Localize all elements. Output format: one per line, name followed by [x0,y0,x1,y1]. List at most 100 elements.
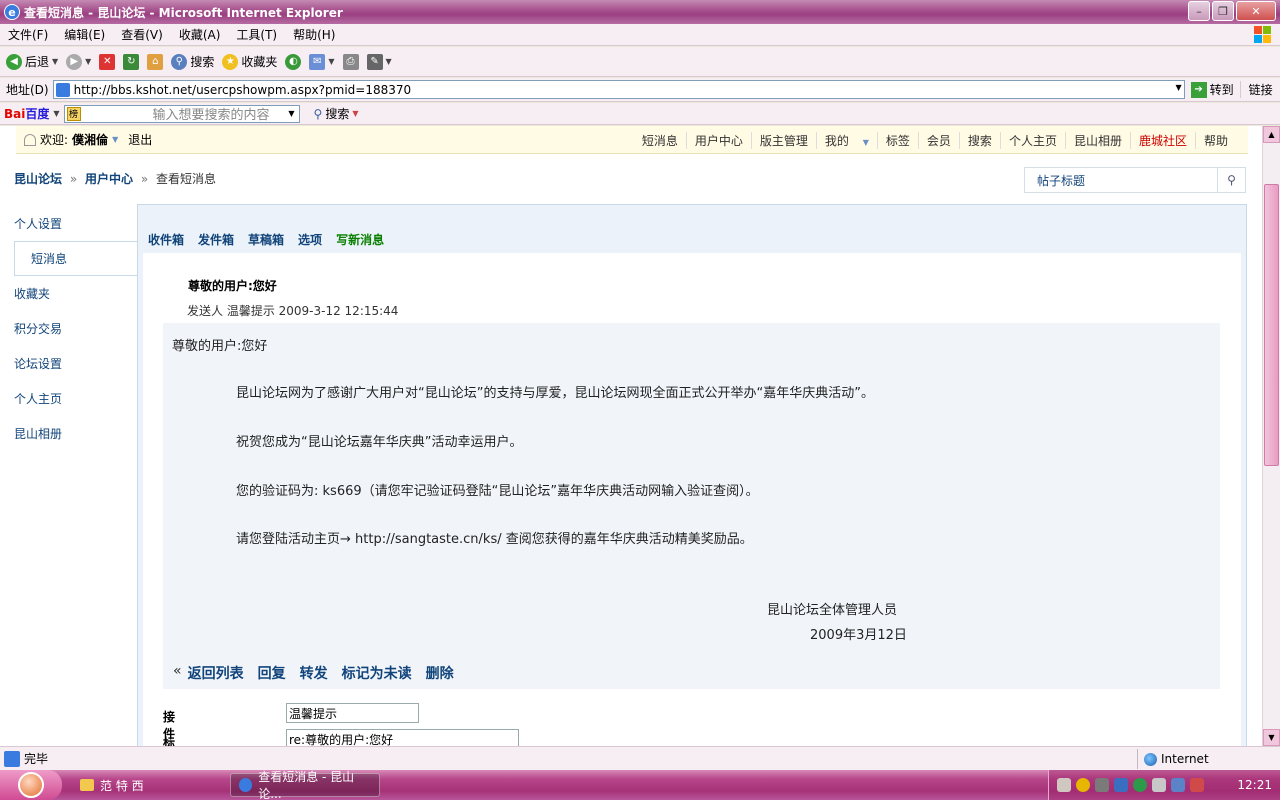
sidebar-item-settings[interactable]: 个人设置 [0,206,137,241]
links-button[interactable]: 链接 [1239,81,1273,98]
nav-search[interactable]: 搜索 [958,131,1000,149]
mark-unread-link[interactable]: 标记为未读 [342,663,412,683]
tray-app-icon[interactable] [1152,778,1166,792]
search-icon[interactable]: ⚲ [1217,168,1245,192]
tab-inbox[interactable]: 收件箱 [148,231,184,248]
back-dropdown-icon[interactable]: ▼ [52,57,58,66]
username-link[interactable]: 僕湘倫 [72,131,108,148]
baidu-logo[interactable]: Bai百度 [4,105,49,122]
welcome-label: 欢迎: [40,133,69,147]
address-label: 地址(D) [6,83,49,97]
home-icon[interactable]: ⌂ [147,53,164,70]
nav-album[interactable]: 昆山相册 [1064,131,1130,149]
site-top-nav: 欢迎: 僕湘倫 ▼ 退出 短消息 用户中心 版主管理 我的 ▼ 标签 会员 搜索… [16,126,1248,154]
baidu-rank-icon: 榜 [66,106,81,121]
tray-app-icon[interactable] [1171,778,1185,792]
baidu-dropdown-icon[interactable]: ▼ [53,109,59,118]
nav-members[interactable]: 会员 [917,131,959,149]
close-button[interactable]: ✕ [1236,1,1276,21]
tab-outbox[interactable]: 发件箱 [198,231,234,248]
search-button[interactable]: ⚲ 搜索 [171,53,214,70]
page-done-icon [4,750,20,767]
keyboard-icon[interactable] [1057,778,1071,792]
sidebar-item-album[interactable]: 昆山相册 [0,416,137,451]
forward-link[interactable]: 转发 [300,663,328,683]
menu-file[interactable]: 文件(F) [0,26,56,43]
mail-button[interactable]: ✉ ▼ [309,53,335,70]
zone-label: Internet [1161,752,1209,766]
network-icon[interactable] [1114,778,1128,792]
search-label: 搜索 [190,55,215,69]
tab-drafts[interactable]: 草稿箱 [248,231,284,248]
menu-tools[interactable]: 工具(T) [228,26,285,43]
favorites-button[interactable]: ★ 收藏夹 [222,53,277,70]
address-dropdown-icon[interactable]: ▼ [1175,83,1181,92]
back-to-list-link[interactable]: 返回列表 [188,663,244,683]
baidu-input-dropdown-icon[interactable]: ▼ [288,109,294,118]
nav-help[interactable]: 帮助 [1194,131,1248,149]
qq-icon[interactable] [1076,778,1090,792]
scroll-up-icon[interactable]: ▲ [1263,126,1280,143]
edit-button[interactable]: ✎ ▼ [366,53,392,70]
taskbar-item-folder[interactable]: 范 特 西 [72,773,222,797]
recipient-field[interactable]: 温馨提示 [286,703,419,723]
nav-tags[interactable]: 标签 [876,131,918,149]
antivirus-icon[interactable] [1133,778,1147,792]
post-search-input[interactable]: 帖子标题 [1025,172,1217,189]
sidebar-item-forum-settings[interactable]: 论坛设置 [0,346,137,381]
baidu-search-dropdown-icon[interactable]: ▼ [352,109,358,118]
sidebar-item-credits[interactable]: 积分交易 [0,311,137,346]
menu-edit[interactable]: 编辑(E) [56,26,113,43]
vertical-scrollbar[interactable]: ▲ ▼ [1262,126,1280,746]
message-paragraph: 昆山论坛网为了感谢广大用户对“昆山论坛”的支持与厚爱，昆山论坛网现全面正式公开举… [236,386,874,401]
nav-user-center[interactable]: 用户中心 [685,131,751,149]
nav-messages[interactable]: 短消息 [634,132,686,149]
nav-my[interactable]: 我的 ▼ [815,131,877,149]
menu-favorites[interactable]: 收藏(A) [171,26,229,43]
tab-options[interactable]: 选项 [298,231,322,248]
edit-dropdown-icon[interactable]: ▼ [386,57,392,66]
stop-icon[interactable]: ✕ [99,53,116,70]
menu-view[interactable]: 查看(V) [113,26,171,43]
back-button[interactable]: ◀ 后退 ▼ [6,53,58,70]
start-button[interactable] [0,770,62,800]
tray-app-icon[interactable] [1190,778,1204,792]
minimize-button[interactable]: – [1188,1,1210,21]
forward-dropdown-icon[interactable]: ▼ [85,57,91,66]
menu-help[interactable]: 帮助(H) [285,26,343,43]
ie-icon [239,778,253,792]
maximize-button[interactable]: ❐ [1212,1,1234,21]
logout-link[interactable]: 退出 [128,131,152,148]
baidu-search-input[interactable]: 榜 输入想要搜索的内容 ▼ [63,104,300,123]
go-arrow-icon: ➔ [1190,81,1207,98]
breadcrumb: 昆山论坛 » 用户中心 » 查看短消息 [14,172,217,186]
folder-icon [80,779,94,791]
refresh-icon[interactable]: ↻ [123,53,140,70]
window-title: 查看短消息 - 昆山论坛 - Microsoft Internet Explor… [24,5,343,20]
print-icon[interactable]: ⎙ [342,53,359,70]
forward-button[interactable]: ▶ ▼ [66,53,91,70]
sidebar-item-messages[interactable]: 短消息 [14,241,137,276]
taskbar-item-browser[interactable]: 查看短消息 - 昆山论... [230,770,380,800]
reply-link[interactable]: 回复 [258,663,286,683]
tab-compose[interactable]: 写新消息 [336,231,384,248]
mail-dropdown-icon[interactable]: ▼ [328,57,334,66]
delete-link[interactable]: 删除 [426,663,454,683]
baidu-search-button[interactable]: ⚲ 搜索 ▼ [314,105,359,122]
breadcrumb-user-center[interactable]: 用户中心 [85,172,133,186]
scroll-down-icon[interactable]: ▼ [1263,729,1280,746]
subject-field[interactable]: re:尊敬的用户:您好 [286,729,519,746]
user-dropdown-icon[interactable]: ▼ [112,135,118,144]
scroll-thumb[interactable] [1264,184,1279,466]
nav-moderator[interactable]: 版主管理 [750,131,816,149]
sidebar-item-homepage[interactable]: 个人主页 [0,381,137,416]
address-input[interactable]: http://bbs.kshot.net/usercpshowpm.aspx?p… [52,80,1185,99]
media-icon[interactable]: ◐ [285,53,302,70]
nav-homepage[interactable]: 个人主页 [999,131,1065,149]
volume-icon[interactable] [1095,778,1109,792]
globe-icon [1144,752,1157,766]
nav-community[interactable]: 鹿城社区 [1129,131,1195,149]
go-button[interactable]: ➔ 转到 [1185,81,1240,98]
breadcrumb-home[interactable]: 昆山论坛 [14,172,62,186]
sidebar-item-favorites[interactable]: 收藏夹 [0,276,137,311]
